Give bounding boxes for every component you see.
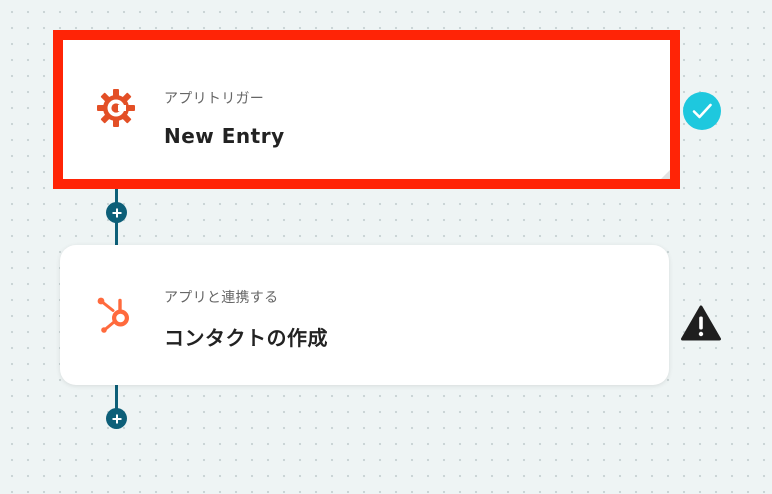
step-title: コンタクトの作成 xyxy=(164,326,328,350)
plus-icon xyxy=(112,208,122,218)
success-check-icon xyxy=(683,92,721,130)
trigger-step-card[interactable]: アプリトリガー New Entry xyxy=(53,30,680,189)
warning-icon xyxy=(681,305,721,341)
step-type-label: アプリトリガー xyxy=(164,91,265,107)
add-step-button[interactable] xyxy=(106,202,127,223)
add-step-button[interactable] xyxy=(106,408,127,429)
step-title: New Entry xyxy=(164,124,285,148)
action-step-card[interactable]: アプリと連携する コンタクトの作成 xyxy=(60,245,669,385)
hubspot-sprocket-icon xyxy=(96,295,136,335)
cognito-forms-gear-icon xyxy=(96,88,136,128)
plus-icon xyxy=(112,414,122,424)
step-type-label: アプリと連携する xyxy=(164,290,279,306)
resize-corner xyxy=(661,170,670,179)
